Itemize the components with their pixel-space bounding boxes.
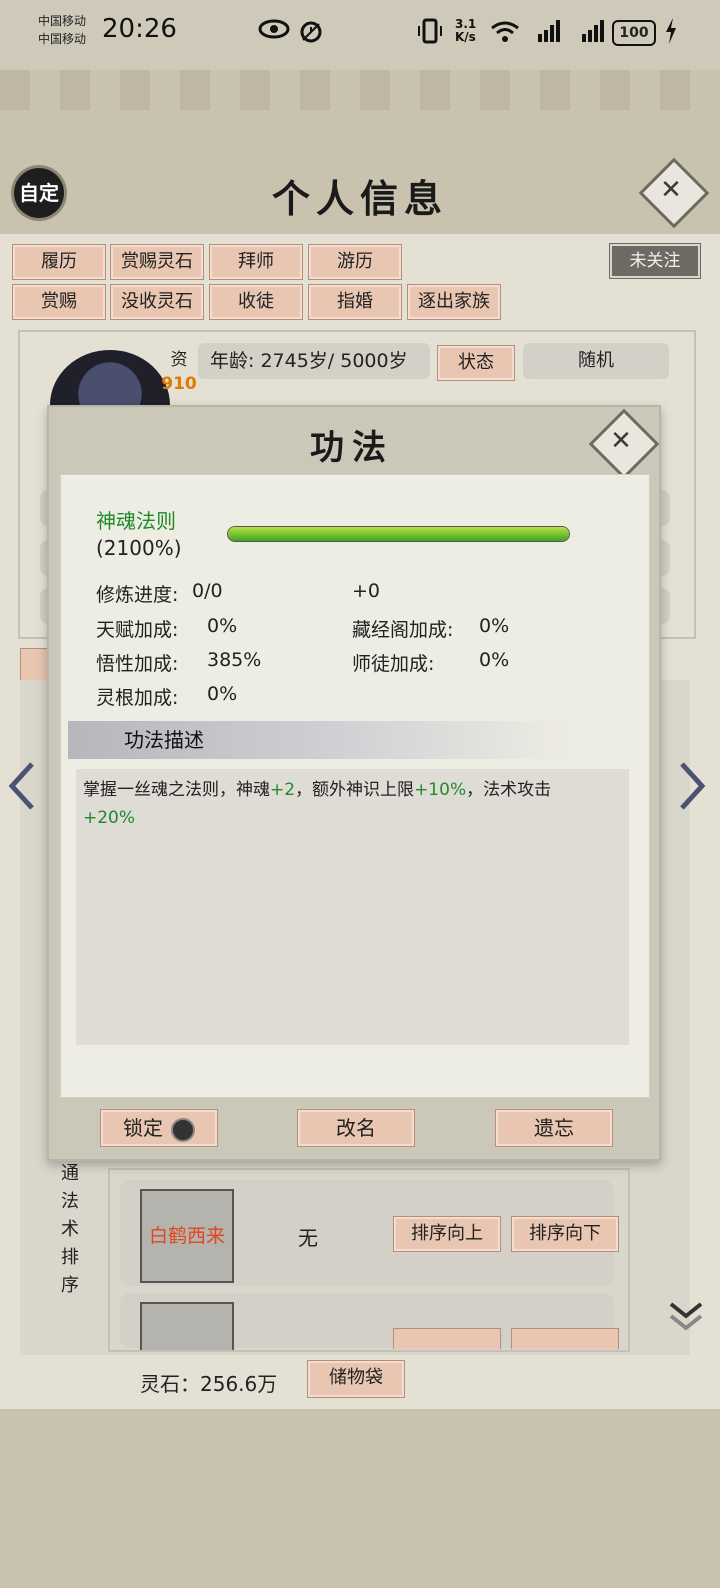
aptitude-badge: 资 910 (161, 350, 197, 394)
skill-progress-bar (227, 526, 570, 542)
description-text: 掌握一丝魂之法则，神魂+2，额外神识上限+10%，法术攻击 +20% (83, 780, 552, 828)
comprehension-value: 385% (207, 649, 262, 671)
tab-travel[interactable]: 游历 (308, 244, 402, 280)
lock-toggle-icon (171, 1117, 195, 1142)
age-field: 年龄: 2745岁/ 5000岁 (198, 343, 430, 379)
skill-percent: (2100%) (96, 536, 182, 560)
scroll-down-icon[interactable] (668, 1300, 704, 1333)
custom-button[interactable]: 自定 (14, 168, 64, 218)
close-button[interactable]: ✕ (638, 157, 710, 229)
tab-reward-stones[interactable]: 赏赐灵石 (110, 244, 204, 280)
rename-button[interactable]: 改名 (297, 1109, 415, 1147)
spirit-root-label: 灵根加成: (96, 687, 179, 709)
sort-down-button[interactable] (511, 1328, 619, 1349)
close-icon: ✕ (660, 175, 682, 205)
lock-button[interactable]: 锁定 (100, 1109, 218, 1147)
storage-bag-button[interactable]: 储物袋 (307, 1360, 405, 1398)
clock: 20:26 (102, 14, 177, 44)
sort-up-button[interactable] (393, 1328, 501, 1349)
cultivation-label: 修炼进度: (96, 584, 179, 606)
prev-arrow-icon[interactable] (6, 760, 36, 825)
random-field: 随机 (523, 343, 669, 379)
tab-reward[interactable]: 赏赐 (12, 284, 106, 320)
battery-indicator: 100 (612, 20, 656, 46)
skill-name: 神魂法则 (96, 509, 176, 533)
vibrate-icon (416, 18, 444, 50)
mentor-value: 0% (479, 649, 510, 671)
signal-icon-2 (570, 18, 606, 50)
talent-value: 0% (207, 615, 238, 637)
tab-marriage[interactable]: 指婚 (308, 284, 402, 320)
paper-edge (0, 70, 720, 110)
sort-section-label: 通 法 术 排 序 (61, 1163, 79, 1296)
alarm-icon (298, 18, 324, 50)
state-button[interactable]: 状态 (437, 345, 515, 381)
cultivation-bonus: +0 (352, 580, 381, 602)
tab-apprentice[interactable]: 拜师 (209, 244, 303, 280)
comprehension-label: 悟性加成: (96, 653, 179, 675)
carrier-labels: 中国移动 中国移动 (38, 12, 86, 48)
sort-up-button[interactable]: 排序向上 (393, 1216, 501, 1252)
sort-down-button[interactable]: 排序向下 (511, 1216, 619, 1252)
carrier-1: 中国移动 (38, 14, 87, 28)
spirit-stones: 灵石：256.6万 (140, 1372, 278, 1396)
technique-slot[interactable] (140, 1302, 234, 1350)
charging-icon (664, 18, 678, 50)
mentor-label: 师徒加成: (352, 653, 435, 675)
modal-title: 功法 (310, 428, 394, 468)
signal-icon-1 (526, 18, 562, 50)
modal-close-button[interactable]: ✕ (588, 408, 660, 480)
footer-area (0, 1409, 720, 1588)
tab-expel[interactable]: 逐出家族 (407, 284, 501, 320)
close-icon: ✕ (610, 426, 632, 456)
library-value: 0% (479, 615, 510, 637)
tab-history[interactable]: 履历 (12, 244, 106, 280)
spirit-root-value: 0% (207, 683, 238, 705)
technique-slot[interactable]: 白鹤西来 (140, 1189, 234, 1283)
library-label: 藏经阁加成: (352, 619, 454, 641)
tab-confiscate-stones[interactable]: 没收灵石 (110, 284, 204, 320)
next-arrow-icon[interactable] (678, 760, 708, 825)
forget-button[interactable]: 遗忘 (495, 1109, 613, 1147)
cultivation-value: 0/0 (192, 580, 223, 602)
eye-icon (258, 18, 290, 46)
skill-progress-fill (228, 527, 569, 541)
net-speed: 3.1 K/s (455, 17, 477, 44)
carrier-2: 中国移动 (38, 32, 87, 46)
follow-button[interactable]: 未关注 (609, 243, 701, 279)
wifi-icon (488, 18, 522, 50)
talent-label: 天赋加成: (96, 619, 179, 641)
description-header: 功法描述 (68, 721, 578, 759)
tab-take-disciple[interactable]: 收徒 (209, 284, 303, 320)
technique-slot-value: 无 (298, 1226, 318, 1250)
technique-slot-name: 白鹤西来 (148, 1225, 225, 1247)
page-title: 个人信息 (271, 176, 448, 221)
